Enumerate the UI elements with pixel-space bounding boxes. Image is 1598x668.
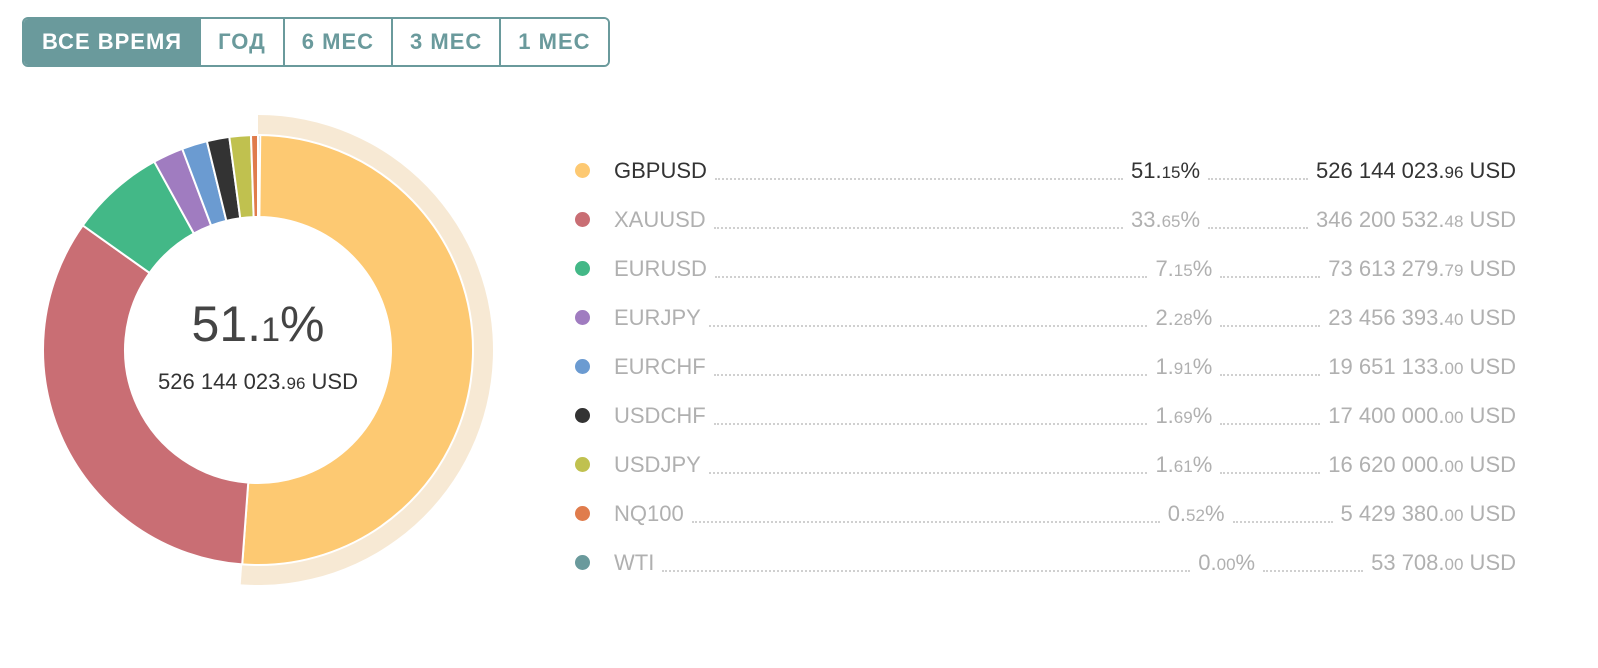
leader-line (713, 422, 1148, 425)
legend-amount: 23 456 393.40 USD (1328, 304, 1516, 330)
tab-all-time[interactable]: ВСЕ ВРЕМЯ (24, 19, 202, 65)
legend-row-eurjpy[interactable]: EURJPY 2.28% 23 456 393.40 USD (570, 293, 1516, 342)
legend-percent: 0.00% (1198, 549, 1256, 575)
leader-line (1220, 471, 1321, 474)
legend-dot (575, 261, 590, 276)
legend-percent: 51.15% (1130, 157, 1201, 183)
legend-percent: 1.69% (1155, 402, 1213, 428)
slice-xauusd[interactable] (42, 224, 250, 566)
legend-percent: 33.65% (1130, 206, 1201, 232)
legend-amount: 346 200 532.48 USD (1316, 206, 1516, 232)
legend-row-usdchf[interactable]: USDCHF 1.69% 17 400 000.00 USD (570, 391, 1516, 440)
leader-line (1208, 177, 1309, 180)
legend-dot (575, 163, 590, 178)
legend-row-gbpusd[interactable]: GBPUSD 51.15% 526 144 023.96 USD (570, 146, 1516, 195)
legend-row-xauusd[interactable]: XAUUSD 33.65% 346 200 532.48 USD (570, 195, 1516, 244)
legend-label: USDCHF (614, 402, 706, 428)
period-tabs: ВСЕ ВРЕМЯ ГОД 6 МЕС 3 МЕС 1 МЕС (22, 17, 610, 67)
legend-row-eurchf[interactable]: EURCHF 1.91% 19 651 133.00 USD (570, 342, 1516, 391)
legend-row-usdjpy[interactable]: USDJPY 1.61% 16 620 000.00 USD (570, 440, 1516, 489)
legend-row-eurusd[interactable]: EURUSD 7.15% 73 613 279.79 USD (570, 244, 1516, 293)
legend-label: WTI (614, 549, 655, 575)
center-amount: 526 144 023.96 USD (158, 369, 358, 394)
legend-dot (575, 359, 590, 374)
leader-line (713, 226, 1123, 229)
tab-year[interactable]: ГОД (201, 19, 285, 65)
legend-label: USDJPY (614, 451, 701, 477)
legend-label: EURJPY (614, 304, 701, 330)
legend-dot (575, 457, 590, 472)
leader-line (691, 520, 1160, 523)
leader-line (1220, 422, 1321, 425)
chart-legend: GBPUSD 51.15% 526 144 023.96 USD XAUUSD 33.6… (570, 146, 1516, 587)
tab-6-months[interactable]: 6 МЕС (284, 19, 394, 65)
legend-dot (575, 506, 590, 521)
legend-label: EURCHF (614, 353, 706, 379)
tab-1-month[interactable]: 1 МЕС (501, 19, 608, 65)
legend-percent: 1.91% (1155, 353, 1213, 379)
leader-line (708, 471, 1148, 474)
legend-row-wti[interactable]: WTI 0.00% 53 708.00 USD (570, 538, 1516, 587)
legend-label: EURUSD (614, 255, 707, 281)
legend-dot (575, 555, 590, 570)
tab-3-months[interactable]: 3 МЕС (393, 19, 502, 65)
leader-line (1232, 520, 1333, 523)
slice-wti[interactable] (257, 133, 262, 219)
leader-line (1220, 324, 1321, 327)
leader-line (1220, 373, 1321, 376)
legend-percent: 0.52% (1167, 500, 1225, 526)
legend-dot (575, 408, 590, 423)
donut-chart: 51.1% 526 144 023.96 USD (42, 115, 494, 586)
leader-line (714, 177, 1123, 180)
legend-amount: 53 708.00 USD (1371, 549, 1516, 575)
legend-amount: 19 651 133.00 USD (1328, 353, 1516, 379)
leader-line (662, 569, 1191, 572)
legend-label: NQ100 (614, 500, 684, 526)
legend-amount: 5 429 380.00 USD (1340, 500, 1516, 526)
leader-line (1208, 226, 1309, 229)
legend-amount: 526 144 023.96 USD (1316, 157, 1516, 183)
donut-slices (42, 115, 494, 586)
leader-line (714, 275, 1148, 278)
legend-amount: 16 620 000.00 USD (1328, 451, 1516, 477)
leader-line (713, 373, 1148, 376)
legend-label: GBPUSD (614, 157, 707, 183)
legend-amount: 73 613 279.79 USD (1328, 255, 1516, 281)
center-percentage: 51.1% (192, 296, 325, 352)
legend-label: XAUUSD (614, 206, 706, 232)
legend-percent: 7.15% (1155, 255, 1213, 281)
legend-percent: 2.28% (1155, 304, 1213, 330)
leader-line (1220, 275, 1321, 278)
legend-percent: 1.61% (1155, 451, 1213, 477)
leader-line (708, 324, 1148, 327)
legend-amount: 17 400 000.00 USD (1328, 402, 1516, 428)
legend-row-nq100[interactable]: NQ100 0.52% 5 429 380.00 USD (570, 489, 1516, 538)
legend-dot (575, 310, 590, 325)
legend-dot (575, 212, 590, 227)
leader-line (1263, 569, 1364, 572)
